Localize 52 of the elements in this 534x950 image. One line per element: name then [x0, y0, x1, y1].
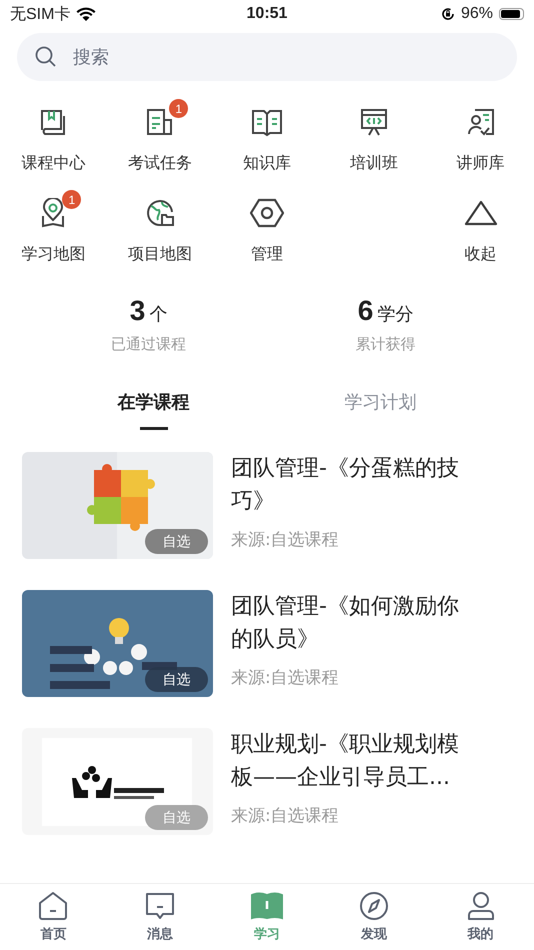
search-field[interactable]: 搜索 — [17, 33, 517, 81]
globe-folder-icon — [145, 198, 176, 228]
person-icon — [466, 891, 496, 921]
shortcut-item[interactable]: 管理 — [214, 194, 320, 265]
home-icon — [38, 891, 68, 921]
compass-icon — [358, 891, 389, 921]
tab-bar-item[interactable]: 首页 — [0, 891, 107, 943]
count-badge: 1 — [62, 190, 82, 209]
tab-bar-item[interactable]: 消息 — [106, 891, 214, 943]
shortcut-item[interactable]: 讲师库 — [427, 103, 534, 174]
open-book-icon — [250, 107, 283, 137]
stat-label: 已通过课程 — [111, 335, 186, 354]
battery-icon — [498, 8, 524, 20]
carrier-text: 无SIM卡 — [10, 4, 70, 24]
triangle-icon — [464, 199, 498, 227]
stat-unit: 学分 — [377, 303, 414, 326]
tab[interactable]: 在学课程 — [40, 390, 267, 430]
course-title: 团队管理-《分蛋糕的技巧》 — [231, 455, 460, 516]
battery-percent: 96% — [460, 5, 493, 23]
wifi-icon — [76, 6, 96, 22]
search-input[interactable]: 搜索 — [71, 46, 499, 68]
course-tag: 自选 — [145, 667, 208, 692]
shortcut-item[interactable]: 项目地图 — [106, 194, 214, 265]
course-source: 来源:自选课程 — [231, 529, 340, 551]
shortcut-item[interactable]: 课程中心 — [0, 103, 107, 174]
course-item[interactable]: 自选 职业规划-《职业规划模板——企业引导员工... 来源:自选课程 — [22, 728, 512, 835]
course-title: 职业规划-《职业规划模板——企业引导员工... — [231, 731, 460, 792]
tab-bar-item[interactable]: 我的 — [427, 891, 534, 943]
tab-bar-item[interactable]: 发现 — [320, 891, 428, 943]
shortcut-item[interactable]: 培训班 — [320, 103, 428, 174]
rotation-lock-icon — [440, 7, 455, 21]
teacher-icon — [466, 107, 496, 137]
book-icon — [250, 891, 283, 921]
status-time: 10:51 — [246, 5, 288, 23]
course-item[interactable]: 自选 团队管理-《分蛋糕的技巧》 来源:自选课程 — [22, 452, 512, 559]
stat-unit: 个 — [149, 303, 168, 326]
course-tag: 自选 — [145, 805, 208, 830]
course-title: 团队管理-《如何激励你的队员》 — [231, 593, 460, 654]
stat-value: 6 — [358, 295, 374, 327]
course-item[interactable]: 自选 团队管理-《如何激励你的队员》 来源:自选课程 — [22, 590, 512, 697]
course-tag: 自选 — [145, 529, 208, 554]
stat-value: 3 — [130, 295, 146, 327]
hexagon-nut-icon — [250, 198, 284, 228]
shortcut-item[interactable]: 知识库 — [214, 103, 320, 174]
message-icon — [145, 891, 176, 921]
code-board-icon — [358, 107, 389, 137]
course-source: 来源:自选课程 — [231, 667, 340, 689]
stat-label: 累计获得 — [356, 335, 416, 354]
count-badge: 1 — [169, 99, 188, 118]
collapse-button[interactable]: 收起 — [427, 194, 534, 265]
search-icon — [35, 46, 57, 68]
course-source: 来源:自选课程 — [231, 805, 340, 827]
